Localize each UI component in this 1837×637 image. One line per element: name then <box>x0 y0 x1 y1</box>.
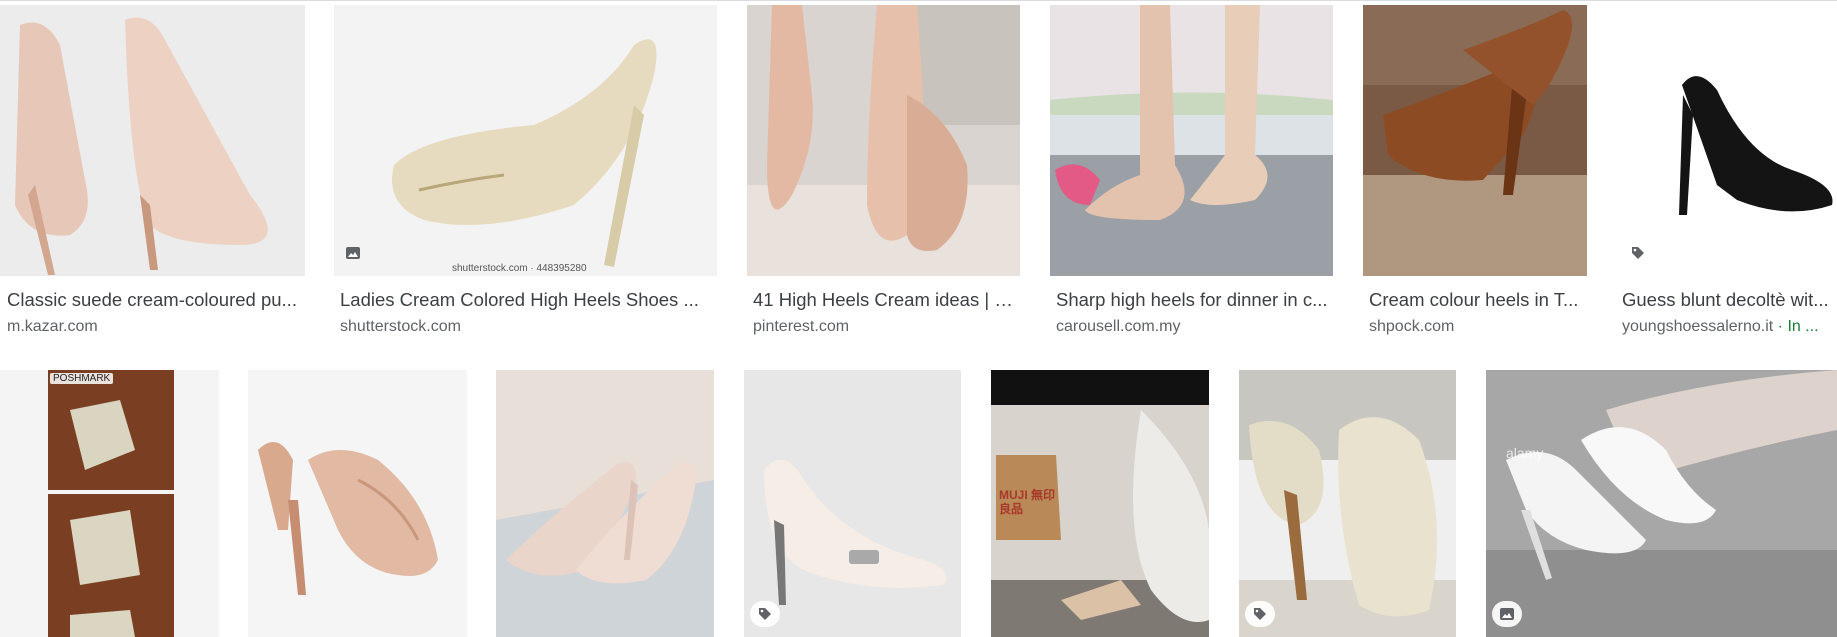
image-result[interactable]: MUJI 無印良品 <box>991 370 1209 637</box>
shoe-image <box>744 370 961 637</box>
watermark: alamy <box>1506 445 1544 461</box>
image-results-grid: Classic suede cream-coloured pu... m.kaz… <box>0 0 1837 637</box>
image-result[interactable]: POSHMARK <box>0 370 219 637</box>
result-title[interactable]: Cream colour heels in T... <box>1369 288 1585 312</box>
shop-bag-label: MUJI 無印良品 <box>999 488 1056 516</box>
result-source[interactable]: m.kazar.com <box>7 316 299 338</box>
image-result[interactable]: shutterstock.com · 448395280 Ladies Crea… <box>334 5 717 345</box>
image-result[interactable]: Guess blunt decoltè wit... youngshoessal… <box>1617 5 1837 345</box>
result-source[interactable]: youngshoessalerno.it · In ... <box>1622 316 1837 338</box>
result-source-domain[interactable]: youngshoessalerno.it <box>1622 318 1773 335</box>
result-title[interactable]: Ladies Cream Colored High Heels Shoes ..… <box>340 288 715 312</box>
result-source[interactable]: shpock.com <box>1369 316 1585 338</box>
result-thumbnail[interactable] <box>1363 5 1587 276</box>
shoe-image <box>1617 5 1837 276</box>
result-title[interactable]: 41 High Heels Cream ideas | h... <box>753 288 1018 312</box>
tag-icon <box>759 608 771 620</box>
image-result[interactable] <box>496 370 714 637</box>
image-icon <box>346 247 360 259</box>
result-title[interactable]: Classic suede cream-coloured pu... <box>7 288 299 312</box>
image-result[interactable]: Classic suede cream-coloured pu... m.kaz… <box>0 5 305 345</box>
shoe-image <box>1050 5 1333 276</box>
product-badge <box>750 601 780 627</box>
shoe-image <box>747 5 1020 276</box>
shoe-image <box>334 5 717 276</box>
watermark: shutterstock.com · 448395280 <box>452 263 587 274</box>
shoe-image <box>1486 370 1837 637</box>
image-result[interactable] <box>248 370 467 637</box>
tag-icon <box>1254 608 1266 620</box>
image-icon <box>1500 608 1514 620</box>
result-thumbnail[interactable] <box>1050 5 1333 276</box>
product-badge <box>1245 601 1275 627</box>
image-result[interactable]: alamy <box>1486 370 1837 637</box>
source-label: POSHMARK <box>50 373 114 384</box>
shoe-image <box>1363 5 1587 276</box>
result-thumbnail[interactable]: alamy <box>1486 370 1837 637</box>
image-result[interactable]: 41 High Heels Cream ideas | h... pintere… <box>747 5 1020 345</box>
image-result[interactable] <box>744 370 961 637</box>
divider <box>0 0 1837 1</box>
shoe-image <box>496 370 714 637</box>
shoe-image <box>248 370 467 637</box>
image-result[interactable]: Sharp high heels for dinner in c... caro… <box>1050 5 1333 345</box>
result-thumbnail[interactable]: MUJI 無印良品 <box>991 370 1209 637</box>
shoe-image <box>1239 370 1456 637</box>
result-title[interactable]: Sharp high heels for dinner in c... <box>1056 288 1331 312</box>
result-source[interactable]: pinterest.com <box>753 316 1018 338</box>
tag-icon <box>1632 247 1644 259</box>
product-badge <box>1623 240 1653 266</box>
result-source[interactable]: carousell.com.my <box>1056 316 1331 338</box>
shoe-image <box>0 5 305 276</box>
result-thumbnail[interactable] <box>248 370 467 637</box>
result-title[interactable]: Guess blunt decoltè wit... <box>1622 288 1837 312</box>
image-badge <box>338 240 368 266</box>
image-result[interactable] <box>1239 370 1456 637</box>
result-thumbnail[interactable]: shutterstock.com · 448395280 <box>334 5 717 276</box>
result-thumbnail[interactable] <box>496 370 714 637</box>
shoe-image <box>0 370 219 637</box>
image-badge <box>1492 601 1522 627</box>
result-thumbnail[interactable] <box>744 370 961 637</box>
result-thumbnail[interactable] <box>0 5 305 276</box>
result-thumbnail[interactable] <box>1239 370 1456 637</box>
result-thumbnail[interactable] <box>1617 5 1837 276</box>
result-thumbnail[interactable] <box>747 5 1020 276</box>
image-result[interactable]: Cream colour heels in T... shpock.com <box>1363 5 1587 345</box>
result-source[interactable]: shutterstock.com <box>340 316 715 338</box>
result-thumbnail[interactable]: POSHMARK <box>0 370 219 637</box>
stock-status: · In ... <box>1777 318 1819 335</box>
